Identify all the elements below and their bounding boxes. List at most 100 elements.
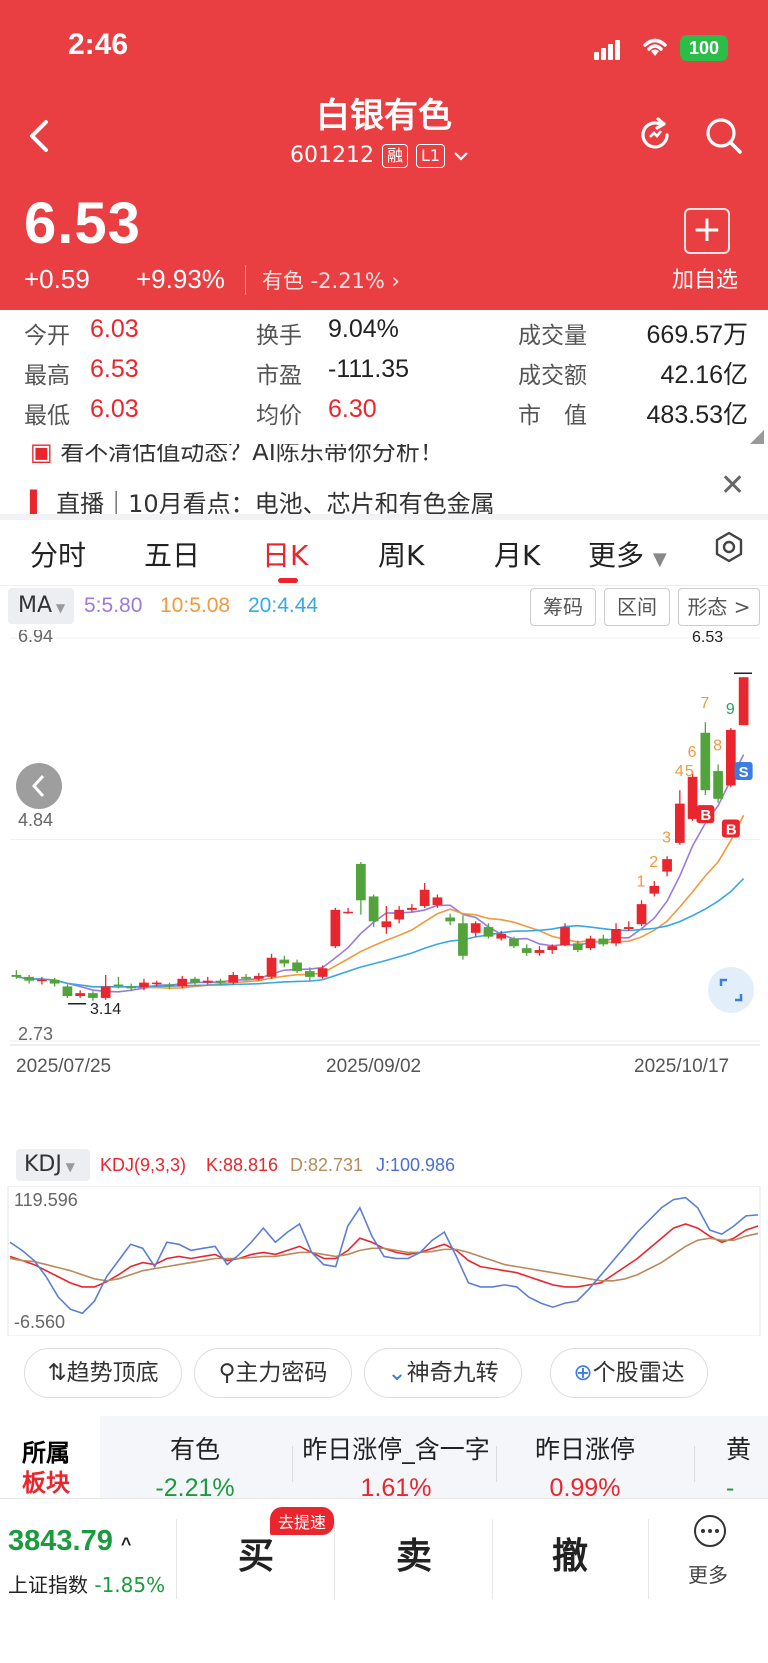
candle-body (674, 803, 685, 843)
candle-body (432, 897, 443, 906)
sector-link[interactable]: 有色 -2.21% › (244, 264, 400, 295)
candle-body (726, 729, 736, 786)
nine-turn-label: 8 (713, 737, 722, 754)
nine-turn-label: 9 (726, 701, 735, 718)
ma-indicator-row: MA ▼ 5:5.80 10:5.08 20:4.44 筹码 区间 形态 > (0, 586, 768, 630)
index-name: 上证指数 (8, 1573, 88, 1597)
candle-body (687, 776, 698, 819)
candle-body (738, 677, 749, 726)
sector-item[interactable]: 昨日涨停 0.99% (500, 1430, 670, 1500)
stat-value: 669.57万 (646, 321, 748, 349)
stat-volume: 成交量 669.57万 (518, 316, 748, 350)
kdj-selector[interactable]: KDJ ▼ (16, 1149, 90, 1181)
kdj-label: KDJ (24, 1152, 62, 1177)
news-text: 直播｜10月看点：电池、芯片和有色金属 (56, 490, 495, 514)
tab-intraday[interactable]: 分时 (30, 534, 86, 574)
magic-nine-button[interactable]: ⌄神奇九转 (364, 1348, 522, 1398)
add-watchlist-icon[interactable]: + (684, 208, 730, 254)
candle-body (164, 984, 175, 987)
stat-value: 6.30 (328, 395, 377, 423)
divider (496, 1446, 497, 1482)
stat-market-cap: 市 值 483.53亿 (518, 396, 748, 430)
index-change: -1.85% (94, 1573, 166, 1597)
main-force-code-button[interactable]: ⚲主力密码 (194, 1348, 352, 1398)
divider (492, 1519, 493, 1599)
candle-body (190, 978, 200, 983)
stat-pe: 市盈 -111.35 (256, 355, 409, 390)
stock-radar-button[interactable]: ⊕个股雷达 (550, 1348, 708, 1398)
kdj-header: KDJ ▼ KDJ(9,3,3) K:88.816 D:82.731 J:100… (0, 1145, 768, 1185)
expand-corner-icon[interactable] (750, 430, 764, 444)
stat-label: 成交量 (518, 323, 587, 349)
chevron-up-icon: ^ (120, 1534, 132, 1554)
tab-more[interactable]: 更多 ▼ (588, 534, 667, 574)
close-icon[interactable]: ✕ (720, 468, 745, 503)
ma-selector[interactable]: MA ▼ (8, 588, 74, 624)
news-text: 看不清估值动态？AI陈乐带你分析！ (60, 444, 444, 466)
sector-change: 0.99% (549, 1474, 621, 1500)
range-button[interactable]: 区间 (604, 588, 670, 626)
candle-body (598, 938, 609, 945)
candle-body (317, 968, 328, 977)
candle-body (407, 907, 417, 910)
stat-label: 今开 (24, 323, 70, 349)
trend-top-bottom-button[interactable]: ⇅趋势顶底 (24, 1348, 182, 1398)
kdj-chart[interactable]: 119.596 -6.560 (0, 1186, 768, 1336)
stat-low: 最低 6.03 (24, 395, 139, 430)
active-tab-indicator (278, 578, 298, 583)
stat-value: 6.03 (90, 395, 139, 423)
candle-body (662, 859, 672, 872)
candle-body (458, 923, 468, 956)
divider (334, 1519, 335, 1599)
tab-daily-k[interactable]: 日K (262, 534, 308, 574)
search-icon[interactable] (704, 116, 744, 156)
refresh-icon[interactable] (636, 116, 674, 154)
tab-weekly-k[interactable]: 周K (378, 534, 424, 574)
signal-label: B (726, 821, 737, 838)
stat-label: 市盈 (256, 363, 302, 389)
more-label[interactable]: 更多 (688, 1559, 728, 1588)
y-axis-max-label: 6.94 (18, 630, 53, 646)
stat-avg-price: 均价 6.30 (256, 395, 377, 430)
stat-value: 42.16亿 (660, 361, 748, 389)
sector-name: 黄 (726, 1435, 752, 1464)
stat-turnover: 换手 9.04% (256, 315, 399, 350)
related-sectors: 所属 板块 有色 -2.21% 昨日涨停_含一字 1.61% 昨日涨停 0.99… (0, 1416, 768, 1500)
sector-item[interactable]: 有色 -2.21% (140, 1430, 250, 1500)
scroll-left-button[interactable] (16, 763, 62, 809)
sector-change: - (726, 1474, 735, 1500)
news-item[interactable]: ▍ 直播｜10月看点：电池、芯片和有色金属 (30, 484, 495, 514)
candle-body (394, 909, 404, 920)
sell-button[interactable]: 卖 (396, 1527, 432, 1579)
sector-item[interactable]: 昨日涨停_含一字 1.61% (296, 1430, 496, 1500)
candlestick-chart[interactable]: 123 4 5 6 7 8 9 BB S 6.94 4.84 2.73 2025/07/25 2… (0, 630, 768, 1110)
live-icon: ▍ (30, 490, 57, 514)
stock-header: 2:46 100 白银有色 601212 融 L1 6.53 +0.59 +9.… (0, 0, 768, 310)
settings-icon[interactable] (712, 530, 746, 564)
tab-five-day[interactable]: 五日 (144, 534, 200, 574)
sector-list: 有色 -2.21% 昨日涨停_含一字 1.61% 昨日涨停 0.99% 黄 - (100, 1416, 768, 1500)
candle-body (509, 938, 519, 947)
pattern-button[interactable]: 形态 > (678, 588, 760, 626)
buy-button[interactable]: 买 (238, 1527, 274, 1579)
news-item[interactable]: ▣ 看不清估值动态？AI陈乐带你分析！ (30, 444, 444, 467)
sector-item[interactable]: 黄 - (726, 1430, 768, 1500)
sector-name: 昨日涨停_含一字 (302, 1435, 490, 1464)
chip-distribution-button[interactable]: 筹码 (530, 588, 596, 626)
add-watchlist-button[interactable]: 加自选 (672, 262, 738, 294)
candle-body (37, 979, 47, 982)
tab-monthly-k[interactable]: 月K (494, 534, 540, 574)
news-ticker[interactable]: ▣ 看不清估值动态？AI陈乐带你分析！ ▍ 直播｜10月看点：电池、芯片和有色金… (0, 444, 768, 514)
ma5-value: 5:5.80 (84, 594, 143, 617)
index-widget[interactable]: 3843.79 ^ (8, 1525, 131, 1558)
sector-section-title: 所属 板块 (22, 1438, 70, 1498)
fullscreen-button[interactable] (708, 967, 754, 1013)
more-icon[interactable] (692, 1513, 728, 1549)
price-change-row: +0.59 +9.93% 有色 -2.21% › (24, 264, 400, 295)
ma-line (16, 754, 745, 993)
stock-code-row[interactable]: 601212 融 L1 (290, 143, 469, 168)
speed-up-badge[interactable]: 去提速 (270, 1507, 335, 1535)
cancel-order-button[interactable]: 撤 (552, 1527, 588, 1579)
radar-icon: ⊕ (573, 1360, 593, 1386)
candle-body (113, 984, 124, 987)
